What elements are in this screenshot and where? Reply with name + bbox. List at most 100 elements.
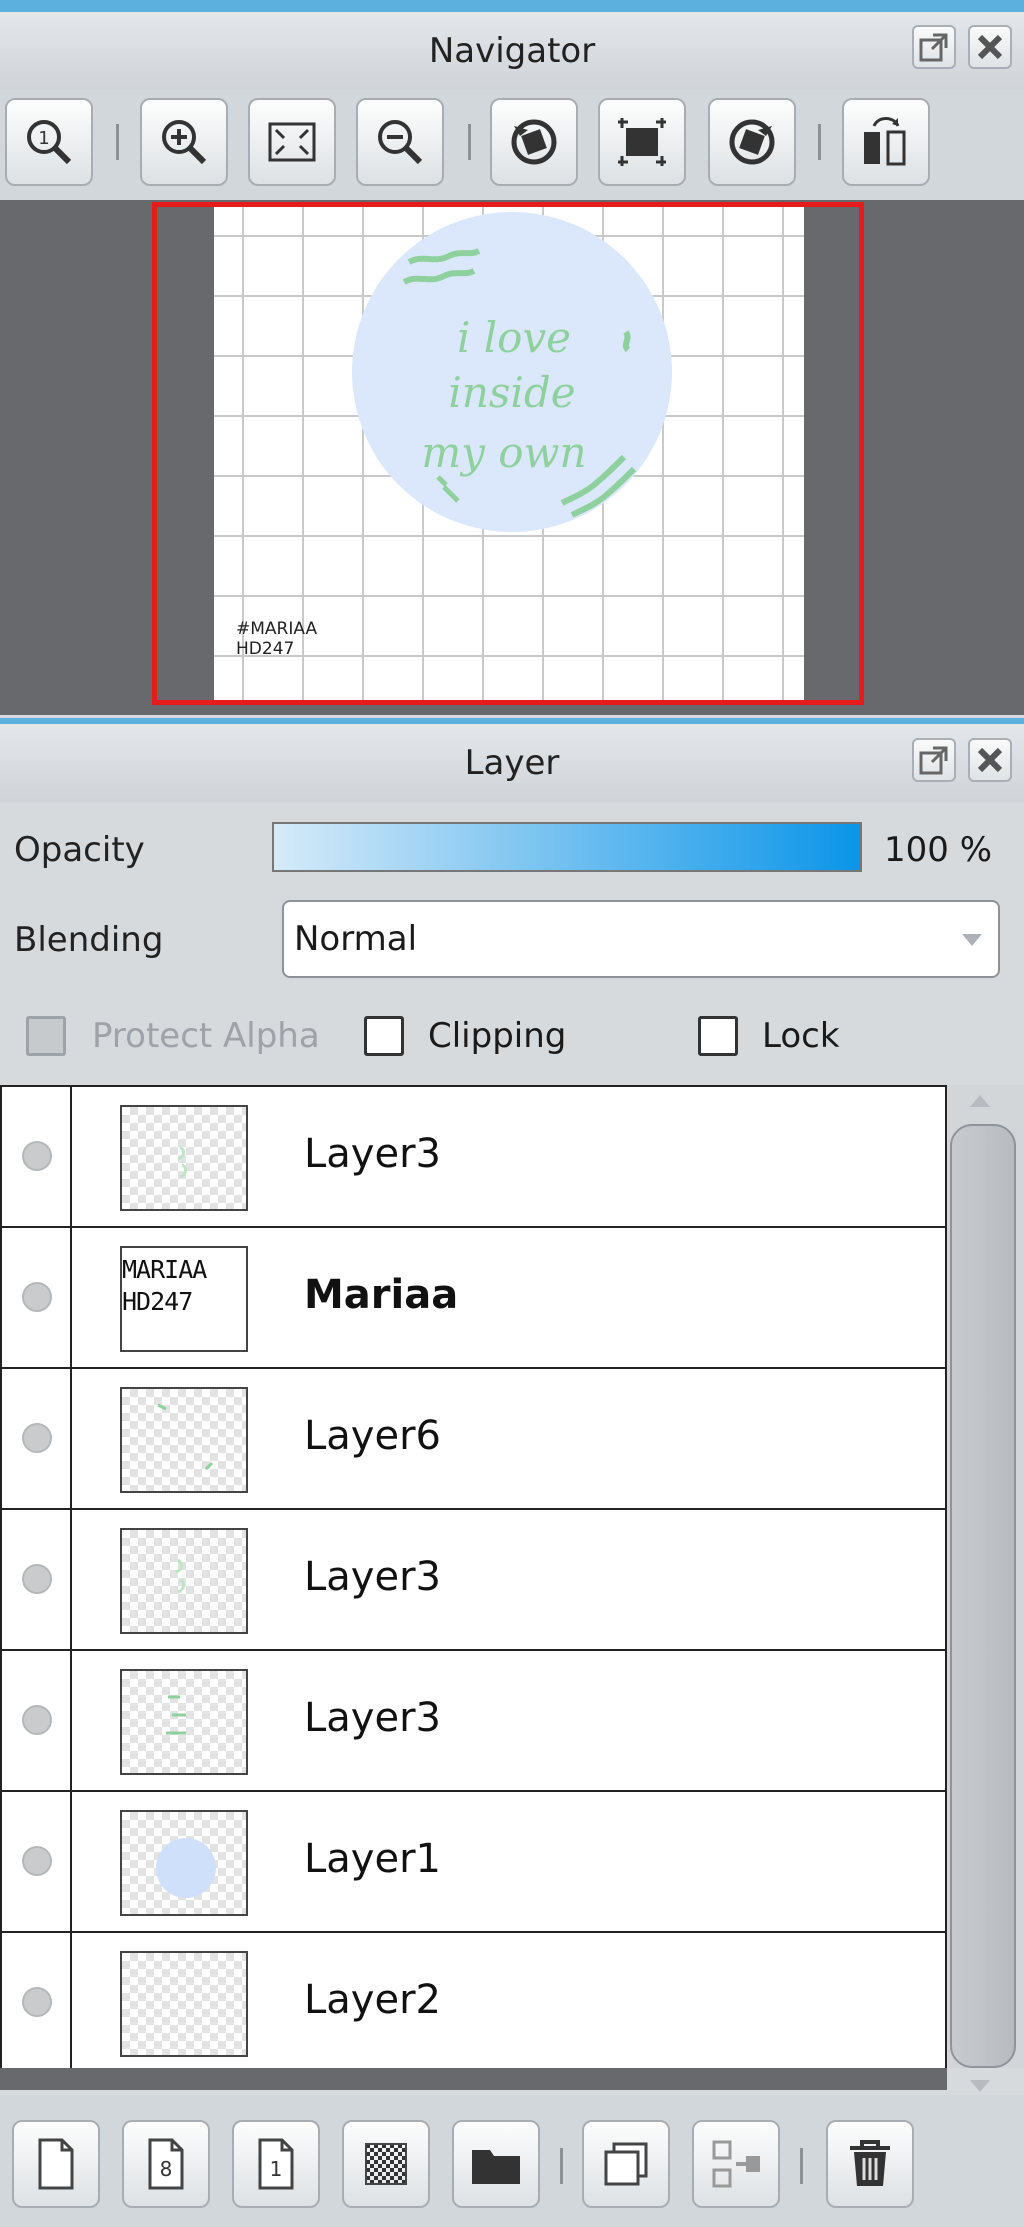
blending-value: Normal <box>294 919 418 959</box>
reset-view-icon <box>618 118 666 166</box>
layer-title-bar: Layer <box>0 724 1024 802</box>
navigator-view-frame[interactable]: i love inside my own #MARIAA HD247 <box>152 202 864 705</box>
scroll-down-arrow-icon[interactable] <box>970 2080 990 2092</box>
merge-down-button[interactable] <box>692 2120 780 2208</box>
layer-name: Layer3 <box>304 1695 441 1741</box>
visibility-dot-icon <box>22 1705 52 1735</box>
scroll-up-arrow-icon[interactable] <box>970 1095 990 1107</box>
top-accent-line <box>0 0 1024 12</box>
new-folder-button[interactable] <box>452 2120 540 2208</box>
layer-list: Layer3 MARIAA HD247 Mariaa Layer6 Layer3… <box>0 1085 947 2074</box>
undock-icon <box>919 33 948 62</box>
layer-row[interactable]: Layer3 <box>2 1651 945 1792</box>
preview-text-line: i love <box>457 313 571 362</box>
zoom-out-icon <box>378 120 423 165</box>
new-halftone-layer-icon <box>365 2143 407 2185</box>
new-layer-icon <box>38 2138 74 2190</box>
visibility-toggle[interactable] <box>2 1510 72 1649</box>
layer-close-button[interactable] <box>968 738 1012 782</box>
visibility-dot-icon <box>22 1987 52 2017</box>
chevron-down-icon <box>962 934 982 946</box>
fit-screen-icon <box>268 122 316 162</box>
layer-thumbnail <box>120 1951 248 2057</box>
navigator-title: Navigator <box>428 31 596 71</box>
flip-horizontal-icon <box>864 117 906 166</box>
thumb-text-line: MARIAA <box>122 1255 207 1284</box>
layer-thumbnail <box>120 1105 248 1211</box>
new-layer-button[interactable] <box>12 2120 100 2208</box>
protect-alpha-checkbox[interactable] <box>26 1016 66 1056</box>
visibility-dot-icon <box>22 1423 52 1453</box>
protect-alpha-label: Protect Alpha <box>92 1016 320 1056</box>
zoom-in-button[interactable] <box>140 98 228 186</box>
new-halftone-layer-button[interactable] <box>342 2120 430 2208</box>
zoom-actual-button[interactable]: 1 <box>5 98 93 186</box>
layer-name: Layer1 <box>304 1836 441 1882</box>
visibility-dot-icon <box>22 1564 52 1594</box>
duplicate-layer-button[interactable] <box>582 2120 670 2208</box>
visibility-dot-icon <box>22 1846 52 1876</box>
fit-screen-button[interactable] <box>248 98 336 186</box>
rotate-left-icon <box>511 119 557 165</box>
toolbar-separator <box>116 124 119 160</box>
layer-row[interactable]: Layer6 <box>2 1369 945 1510</box>
rotate-left-button[interactable] <box>490 98 578 186</box>
svg-text:1: 1 <box>38 128 49 149</box>
blending-select[interactable]: Normal <box>282 900 1000 978</box>
lock-checkbox[interactable] <box>698 1016 738 1056</box>
layer-row[interactable]: Layer2 <box>2 1933 945 2074</box>
zoom-actual-icon: 1 <box>27 120 72 165</box>
layer-panel-title: Layer <box>464 743 560 783</box>
rotate-right-button[interactable] <box>708 98 796 186</box>
opacity-label: Opacity <box>14 830 145 870</box>
artwork-preview: i love inside my own #MARIAA HD247 <box>236 212 672 659</box>
new-1bit-layer-button[interactable]: 1 <box>232 2120 320 2208</box>
layer-row[interactable]: Layer3 <box>2 1087 945 1228</box>
visibility-toggle[interactable] <box>2 1228 72 1367</box>
layer-name: Layer2 <box>304 1977 441 2023</box>
clipping-checkbox[interactable] <box>364 1016 404 1056</box>
close-icon <box>977 34 1003 60</box>
navigator-close-button[interactable] <box>968 25 1012 69</box>
layer-undock-button[interactable] <box>912 738 956 782</box>
delete-layer-button[interactable] <box>826 2120 914 2208</box>
clipping-label: Clipping <box>428 1016 567 1056</box>
new-1bit-layer-icon: 1 <box>258 2138 294 2190</box>
layer-name: Layer6 <box>304 1413 441 1459</box>
duplicate-layer-icon <box>604 2142 648 2186</box>
new-8bit-layer-button[interactable]: 8 <box>122 2120 210 2208</box>
lock-label: Lock <box>762 1016 840 1056</box>
toolbar-separator <box>800 2148 803 2184</box>
preview-watermark-line: HD247 <box>236 639 294 659</box>
toolbar-separator <box>468 124 471 160</box>
visibility-toggle[interactable] <box>2 1651 72 1790</box>
layer-row-selected[interactable]: MARIAA HD247 Mariaa <box>2 1228 945 1369</box>
toolbar-separator <box>818 124 821 160</box>
trash-icon <box>850 2140 890 2186</box>
layer-scrollbar-thumb[interactable] <box>950 1124 1016 2068</box>
visibility-toggle[interactable] <box>2 1792 72 1931</box>
visibility-toggle[interactable] <box>2 1933 72 2072</box>
visibility-toggle[interactable] <box>2 1369 72 1508</box>
rotate-right-icon <box>729 119 775 165</box>
layer-name: Mariaa <box>304 1272 459 1318</box>
navigator-undock-button[interactable] <box>912 25 956 69</box>
preview-watermark-line: #MARIAA <box>236 619 317 639</box>
reset-view-button[interactable] <box>598 98 686 186</box>
layer-row[interactable]: Layer1 <box>2 1792 945 1933</box>
zoom-in-icon <box>162 120 207 165</box>
svg-text:8: 8 <box>160 2157 173 2181</box>
toolbar-separator <box>560 2148 563 2184</box>
new-folder-icon <box>472 2150 520 2184</box>
visibility-dot-icon <box>22 1141 52 1171</box>
flip-horizontal-button[interactable] <box>842 98 930 186</box>
layer-thumbnail <box>120 1810 248 1916</box>
layer-thumbnail <box>120 1387 248 1493</box>
visibility-dot-icon <box>22 1282 52 1312</box>
layer-row[interactable]: Layer3 <box>2 1510 945 1651</box>
blending-label: Blending <box>14 920 164 960</box>
new-8bit-layer-icon: 8 <box>148 2138 184 2190</box>
zoom-out-button[interactable] <box>356 98 444 186</box>
visibility-toggle[interactable] <box>2 1087 72 1226</box>
opacity-slider[interactable] <box>272 822 862 872</box>
